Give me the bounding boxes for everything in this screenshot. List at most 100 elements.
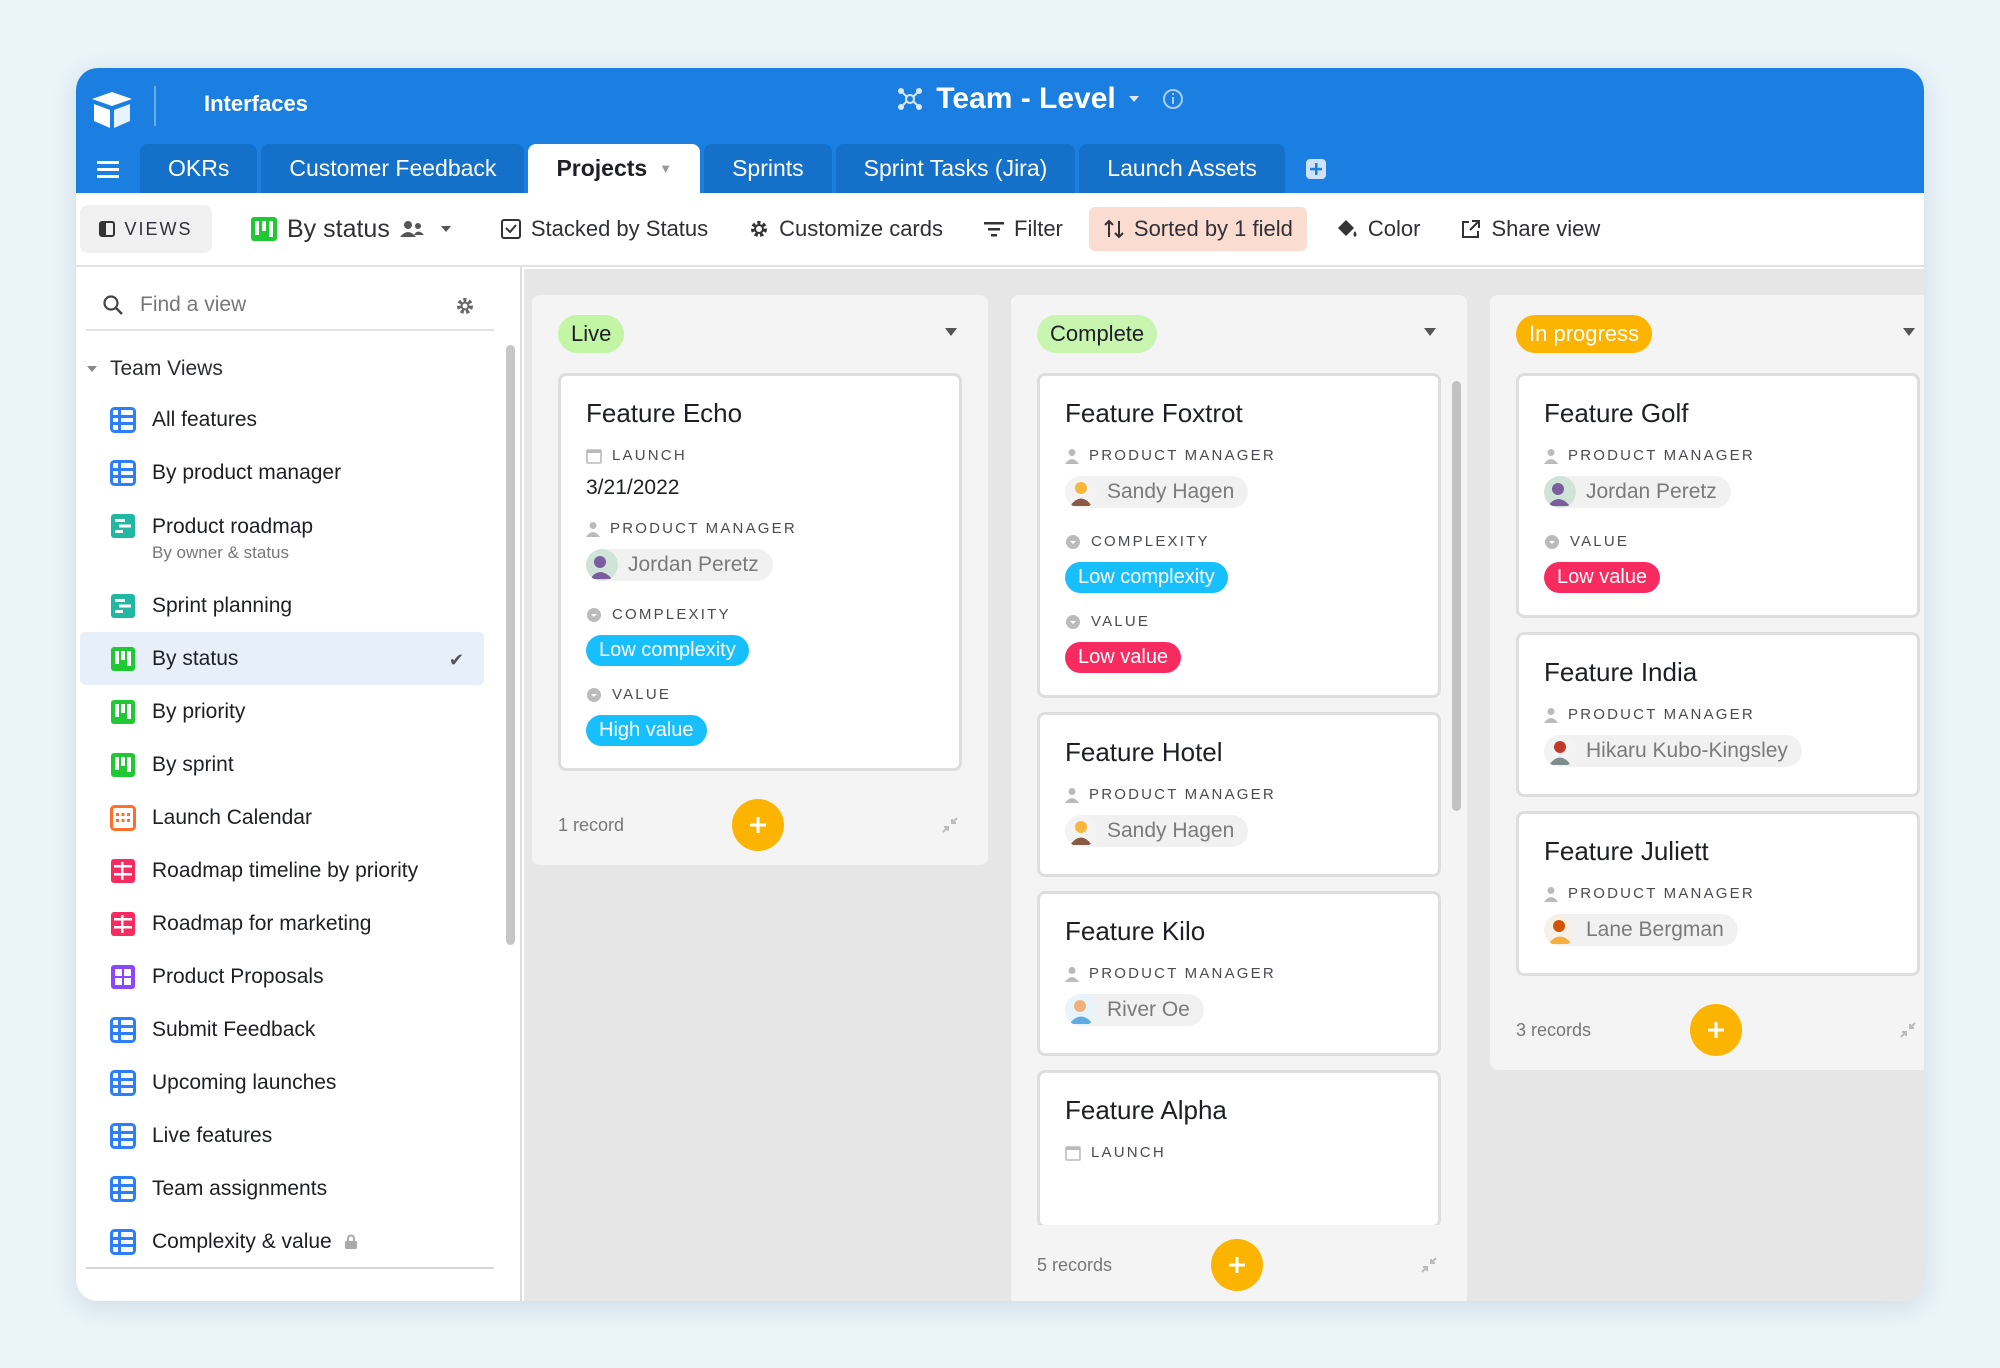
field-label: PRODUCT MANAGER [610, 520, 797, 537]
sidebar-item-label: Live features [152, 1123, 273, 1147]
single-select-field-icon [1066, 614, 1080, 629]
stacked-by-label: Stacked by Status [530, 216, 709, 241]
collaborator-chip: Hikaru Kubo-Kingsley [1544, 735, 1802, 767]
kanban-column-in-progress: In progress Feature Golf PRODUCT MANAGER… [1490, 295, 1924, 1070]
tab-launch-assets[interactable]: Launch Assets [1079, 144, 1285, 193]
select-tag: Low value [1065, 642, 1182, 673]
add-record-button[interactable] [1211, 1239, 1263, 1291]
sidebar-item-launch-calendar[interactable]: Launch Calendar [80, 791, 484, 844]
chevron-down-icon[interactable] [1128, 94, 1140, 104]
sidebar-item-complexity-value[interactable]: Complexity & value [80, 1215, 484, 1268]
add-table-button[interactable] [1295, 144, 1337, 193]
person-field-icon [1544, 707, 1558, 723]
column-footer: 5 records [1011, 1225, 1467, 1301]
sidebar-item-all-features[interactable]: All features [80, 393, 484, 446]
interfaces-link[interactable]: Interfaces [204, 91, 308, 117]
current-view-menu[interactable]: By status [250, 215, 452, 244]
sidebar-item-team-assignments[interactable]: Team assignments [80, 1162, 484, 1215]
card-list: Feature Echo LAUNCH 3/21/2022 PRODUCT MA… [532, 373, 988, 771]
column-menu-chevron-icon[interactable] [1423, 327, 1437, 337]
info-icon[interactable] [1162, 88, 1184, 110]
base-title[interactable]: Team - Level [896, 82, 1184, 116]
add-record-button[interactable] [732, 799, 784, 851]
hamburger-menu-button[interactable] [76, 144, 140, 193]
tab-sprint-tasks[interactable]: Sprint Tasks (Jira) [835, 144, 1076, 193]
sidebar-item-label: Sprint planning [152, 593, 293, 617]
view-settings-gear-icon[interactable] [454, 295, 476, 317]
collapse-column-icon[interactable] [1898, 1020, 1918, 1040]
collapse-column-icon[interactable] [940, 815, 960, 835]
card-field-product-manager: PRODUCT MANAGER Sandy Hagen [1065, 447, 1413, 513]
customize-cards-label: Customize cards [779, 216, 943, 241]
sidebar-item-upcoming-launches[interactable]: Upcoming launches [80, 1056, 484, 1109]
sort-button[interactable]: Sorted by 1 field [1088, 207, 1307, 251]
tab-sprints[interactable]: Sprints [704, 144, 832, 193]
single-select-field-icon [1545, 534, 1559, 549]
record-card[interactable]: Feature Juliett PRODUCT MANAGER Lane Ber… [1516, 811, 1920, 976]
share-view-button[interactable]: Share view [1460, 216, 1600, 242]
add-record-button[interactable] [1690, 1004, 1742, 1056]
view-toolbar: VIEWS By status Stacked by Status Custom… [76, 193, 1924, 267]
status-badge[interactable]: In progress [1516, 315, 1653, 353]
sidebar-item-by-sprint[interactable]: By sprint [80, 738, 484, 791]
record-card[interactable]: Feature Foxtrot PRODUCT MANAGER Sandy Ha… [1037, 373, 1441, 698]
tab-projects[interactable]: Projects ▼ [528, 144, 701, 193]
sidebar-item-submit-feedback[interactable]: Submit Feedback [80, 1003, 484, 1056]
field-label: PRODUCT MANAGER [1089, 786, 1276, 803]
record-card[interactable]: Feature India PRODUCT MANAGER Hikaru Kub… [1516, 632, 1920, 797]
avatar [1544, 476, 1576, 508]
views-toggle-button[interactable]: VIEWS [80, 205, 212, 253]
card-field-product-manager: PRODUCT MANAGER Jordan Peretz [1544, 447, 1892, 513]
record-card[interactable]: Feature Hotel PRODUCT MANAGER Sandy Hage… [1037, 712, 1441, 877]
status-badge[interactable]: Complete [1037, 315, 1158, 353]
collaborator-chip: Lane Bergman [1544, 914, 1738, 946]
tab-okrs[interactable]: OKRs [140, 144, 258, 193]
tab-customer-feedback[interactable]: Customer Feedback [261, 144, 525, 193]
field-label: LAUNCH [612, 447, 687, 464]
color-button[interactable]: Color [1335, 216, 1420, 242]
sidebar-item-by-product-manager[interactable]: By product manager [80, 446, 484, 499]
sidebar-item-roadmap-for-marketing[interactable]: Roadmap for marketing [80, 897, 484, 950]
grid-view-icon [110, 406, 136, 433]
column-menu-chevron-icon[interactable] [1902, 327, 1916, 337]
sort-label: Sorted by 1 field [1133, 216, 1293, 241]
avatar [1544, 735, 1576, 767]
grid-view-icon [110, 1016, 136, 1043]
sidebar-scrollbar[interactable] [506, 345, 515, 945]
airtable-logo-icon[interactable] [86, 84, 138, 136]
sidebar-item-by-priority[interactable]: By priority [80, 685, 484, 738]
record-card[interactable]: Feature Echo LAUNCH 3/21/2022 PRODUCT MA… [558, 373, 962, 771]
tab-caret-icon[interactable]: ▼ [659, 161, 672, 176]
field-label: PRODUCT MANAGER [1089, 447, 1276, 464]
tab-projects-label: Projects [556, 155, 648, 181]
sidebar-item-by-status[interactable]: By status ✔ [80, 632, 484, 685]
record-card[interactable]: Feature Kilo PRODUCT MANAGER River Oe [1037, 891, 1441, 1056]
sidebar-item-roadmap-timeline-by-priority[interactable]: Roadmap timeline by priority [80, 844, 484, 897]
sidebar-item-sprint-planning[interactable]: Sprint planning [80, 579, 484, 632]
column-menu-chevron-icon[interactable] [944, 327, 958, 337]
filter-icon [984, 222, 1004, 237]
card-list: Feature Foxtrot PRODUCT MANAGER Sandy Ha… [1011, 373, 1467, 1225]
sidebar-item-product-proposals[interactable]: Product Proposals [80, 950, 484, 1003]
stacked-by-button[interactable]: Stacked by Status [500, 216, 708, 242]
column-header: Live [532, 295, 988, 373]
record-card[interactable]: Feature Alpha LAUNCH [1037, 1070, 1441, 1225]
section-title: Team Views [110, 357, 223, 380]
field-label: LAUNCH [1091, 1144, 1166, 1161]
card-title: Feature Foxtrot [1065, 398, 1243, 428]
record-count: 5 records [1037, 1255, 1113, 1275]
collaborator-chip: Sandy Hagen [1065, 476, 1249, 508]
sidebar-item-live-features[interactable]: Live features [80, 1109, 484, 1162]
find-view-input[interactable]: Find a view [86, 281, 494, 331]
sidebar-item-product-roadmap[interactable]: Product roadmap By owner & status [80, 499, 484, 579]
record-card[interactable]: Feature Golf PRODUCT MANAGER Jordan Pere… [1516, 373, 1920, 618]
collapse-column-icon[interactable] [1419, 1255, 1439, 1275]
status-badge[interactable]: Live [558, 315, 625, 353]
sidebar-item-label: By sprint [152, 752, 234, 776]
hamburger-icon [97, 160, 119, 178]
record-count: 1 record [558, 815, 625, 835]
filter-button[interactable]: Filter [983, 216, 1063, 242]
team-views-section[interactable]: Team Views [86, 357, 223, 381]
customize-cards-button[interactable]: Customize cards [748, 216, 943, 242]
field-label: COMPLEXITY [612, 606, 731, 623]
